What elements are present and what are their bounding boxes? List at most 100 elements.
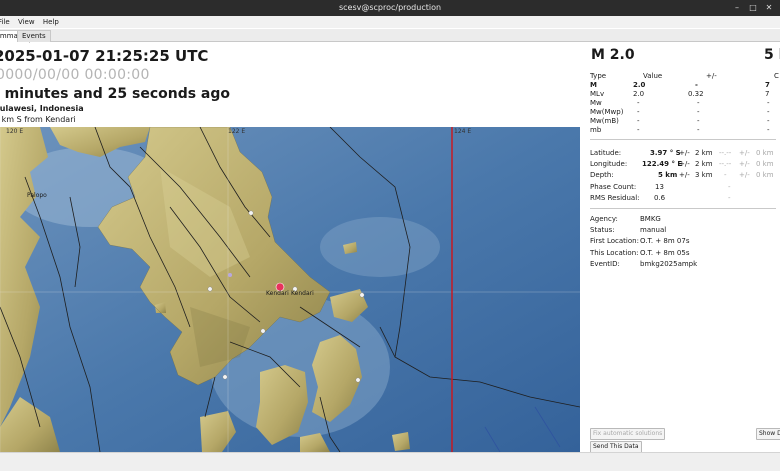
event-id-label: EventID: xyxy=(590,260,620,268)
magnitude-row[interactable]: Mw(Mwp) - - - xyxy=(590,108,780,117)
depth-headline: 5 k xyxy=(764,47,780,63)
menu-view[interactable]: View xyxy=(18,16,35,28)
longitude-secondary-pm: +/- xyxy=(739,160,750,168)
mag-type: M xyxy=(590,81,597,89)
origin-time: 2025-01-07 21:25:25 UTC xyxy=(0,47,209,65)
tab-events[interactable]: Events xyxy=(17,30,51,42)
mag-value: 2.0 xyxy=(633,90,645,98)
mag-count: 7 xyxy=(765,81,770,89)
map-canvas[interactable]: 120 E 122 E 124 E Palopo Kendari Kendari xyxy=(0,127,580,452)
depth-secondary: - xyxy=(724,171,727,179)
minimize-icon[interactable]: – xyxy=(732,3,742,13)
grid-label-120e: 120 E xyxy=(6,128,23,135)
status-bar xyxy=(0,452,780,471)
mag-value: 2.0 xyxy=(633,81,646,89)
this-location-label: This Location: xyxy=(590,249,639,257)
latitude-secondary-pm: +/- xyxy=(739,149,750,157)
mag-count: - xyxy=(767,126,770,134)
depth-uncertainty: 3 km xyxy=(695,171,713,179)
mag-value: - xyxy=(637,108,640,116)
phase-count-secondary: - xyxy=(728,183,731,191)
rms-value: 0.6 xyxy=(654,194,666,202)
nearest-city: 2 km S from Kendari xyxy=(0,115,76,124)
station-marker-purple xyxy=(228,273,232,277)
magnitude-row[interactable]: Mw(mB) - - - xyxy=(590,117,780,126)
rms-label: RMS Residual: xyxy=(590,194,640,202)
magnitude-row[interactable]: MLv 2.0 0.32 7 xyxy=(590,90,780,99)
depth-secondary-km: 0 km xyxy=(756,171,774,179)
col-value: Value xyxy=(643,72,663,80)
mag-type: Mw(mB) xyxy=(590,117,619,125)
col-count: C xyxy=(774,72,779,80)
longitude-label: Longitude: xyxy=(590,160,628,168)
agency-label: Agency: xyxy=(590,215,618,223)
window-titlebar: scesv@scproc/production – □ ✕ xyxy=(0,0,780,16)
agency-value: BMKG xyxy=(640,215,661,223)
fix-automatic-solutions-button[interactable]: Fix automatic solutions xyxy=(590,428,666,440)
rms-secondary: - xyxy=(728,194,731,202)
event-details-panel: M 2.0 5 k Type Value +/- C M 2.0 - 7 MLv… xyxy=(582,42,780,470)
divider xyxy=(590,208,776,209)
elapsed-time: 8 minutes and 25 seconds ago xyxy=(0,86,231,102)
col-type: Type xyxy=(590,72,607,80)
latitude-pm: +/- xyxy=(679,149,690,157)
mag-uncertainty: - xyxy=(697,99,700,107)
depth-pm: +/- xyxy=(679,171,690,179)
longitude-value: 122.49 ° E xyxy=(642,160,683,168)
depth-value: 5 km xyxy=(658,171,678,179)
mag-uncertainty: - xyxy=(697,126,700,134)
mag-count: - xyxy=(767,99,770,107)
mag-value: - xyxy=(637,99,640,107)
status-value: manual xyxy=(640,226,667,234)
event-map[interactable]: 120 E 122 E 124 E Palopo Kendari Kendari xyxy=(0,127,580,452)
longitude-secondary: --.-- xyxy=(719,160,732,168)
window-title: scesv@scproc/production xyxy=(338,3,442,12)
menu-bar: File View Help xyxy=(0,16,780,28)
mag-value: - xyxy=(637,126,640,134)
mag-uncertainty: - xyxy=(697,108,700,116)
latitude-value: 3.97 ° S xyxy=(650,149,681,157)
show-details-button[interactable]: Show D xyxy=(756,428,780,440)
longitude-uncertainty: 2 km xyxy=(695,160,713,168)
secondary-time: 0000/00/00 00:00:00 xyxy=(0,67,150,83)
maximize-icon[interactable]: □ xyxy=(748,3,758,13)
tab-bar: Summary Events xyxy=(0,29,780,43)
magnitude-row[interactable]: M 2.0 - 7 xyxy=(590,81,780,90)
depth-label: Depth: xyxy=(590,171,614,179)
grid-label-124e: 124 E xyxy=(454,128,471,135)
menu-help[interactable]: Help xyxy=(43,16,59,28)
menu-file[interactable]: File xyxy=(0,16,10,28)
town-label-palopo: Palopo xyxy=(27,192,47,199)
mag-value: - xyxy=(637,117,640,125)
magnitude-row[interactable]: mb - - - xyxy=(590,126,780,135)
this-location-value: O.T. + 8m 05s xyxy=(640,249,690,257)
longitude-pm: +/- xyxy=(679,160,690,168)
first-location-value: O.T. + 8m 07s xyxy=(640,237,690,245)
close-icon[interactable]: ✕ xyxy=(764,3,774,13)
mag-type: Mw xyxy=(590,99,602,107)
mag-count: - xyxy=(767,117,770,125)
col-uncertainty: +/- xyxy=(706,72,717,80)
mag-count: - xyxy=(767,108,770,116)
divider xyxy=(590,139,776,140)
magnitude-table-header: Type Value +/- C xyxy=(590,72,780,81)
status-label: Status: xyxy=(590,226,615,234)
mag-type: Mw(Mwp) xyxy=(590,108,624,116)
mag-type: mb xyxy=(590,126,602,134)
depth-secondary-pm: +/- xyxy=(739,171,750,179)
mag-count: 7 xyxy=(765,90,770,98)
first-location-label: First Location: xyxy=(590,237,639,245)
mag-uncertainty: - xyxy=(697,117,700,125)
latitude-label: Latitude: xyxy=(590,149,622,157)
magnitude-headline: M 2.0 xyxy=(591,47,635,63)
latitude-uncertainty: 2 km xyxy=(695,149,713,157)
magnitude-row[interactable]: Mw - - - xyxy=(590,99,780,108)
latitude-secondary: --.-- xyxy=(719,149,732,157)
mag-type: MLv xyxy=(590,90,605,98)
phase-count-value: 13 xyxy=(655,183,664,191)
mag-uncertainty: - xyxy=(695,81,698,89)
town-label-kendari: Kendari xyxy=(266,290,289,297)
mag-uncertainty: 0.32 xyxy=(688,90,704,98)
event-summary-header: 2025-01-07 21:25:25 UTC 0000/00/00 00:00… xyxy=(0,42,580,128)
longitude-secondary-km: 0 km xyxy=(756,160,774,168)
